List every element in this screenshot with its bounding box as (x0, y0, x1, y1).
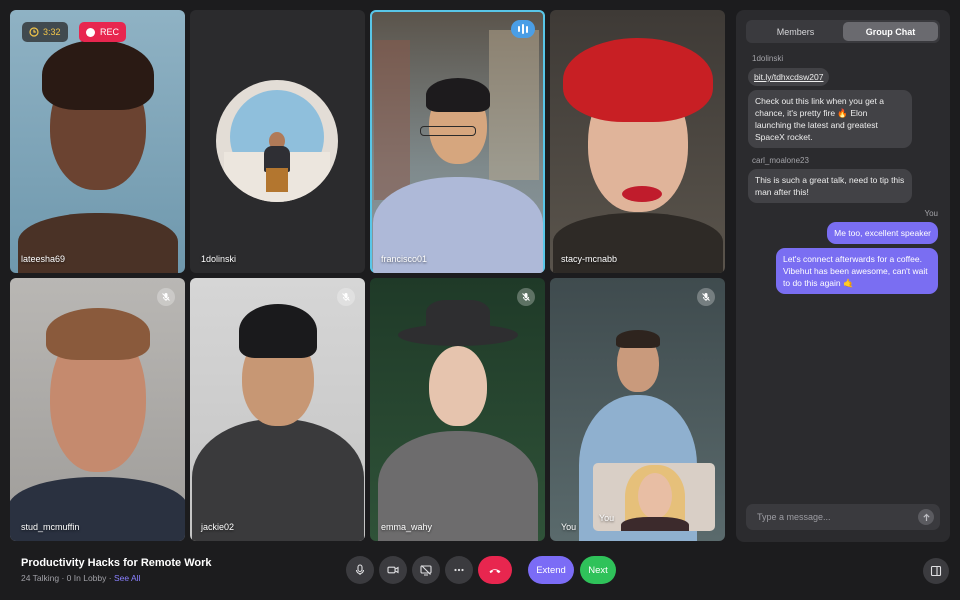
participant-video (550, 10, 725, 273)
chat-panel: Members Group Chat 1dolinski bit.ly/tdhx… (736, 10, 950, 542)
participant-name: 1dolinski (201, 254, 237, 264)
message-author: You (924, 209, 939, 218)
timer-text: 3:32 (43, 27, 61, 37)
participant-tile[interactable]: 1dolinski (190, 10, 365, 273)
more-icon (454, 568, 464, 572)
self-view-pip[interactable]: You (593, 463, 715, 531)
participant-name: jackie02 (201, 522, 235, 532)
meeting-status: 24 Talking · 0 In Lobby · See All (21, 573, 212, 583)
rec-label: REC (100, 27, 120, 37)
meeting-info: Productivity Hacks for Remote Work 24 Ta… (21, 557, 212, 583)
tab-members[interactable]: Members (748, 22, 843, 41)
participant-avatar (190, 10, 365, 273)
participant-video (190, 278, 365, 541)
participant-name: You (561, 522, 577, 532)
message-link[interactable]: bit.ly/tdhxcdsw207 (748, 68, 830, 86)
participant-tile[interactable]: stud_mcmuffin (10, 278, 185, 541)
participant-name: lateesha69 (21, 254, 66, 264)
panel-toggle-button[interactable] (923, 558, 949, 584)
participant-tile[interactable]: emma_wahy (370, 278, 545, 541)
message-bubble: This is such a great talk, need to tip t… (748, 169, 912, 203)
panel-toggle-icon (930, 565, 942, 577)
extend-button[interactable]: Extend (528, 556, 574, 584)
screen-share-off-icon (420, 565, 432, 576)
message-group: carl_moalone23 This is such a great talk… (748, 156, 938, 207)
see-all-link[interactable]: See All (114, 573, 140, 583)
meeting-counts: 24 Talking · 0 In Lobby · (21, 573, 114, 583)
audio-wave-icon (511, 20, 535, 38)
video-grid: 3:32 REC lateesha69 1dolinski francisco0… (10, 10, 726, 542)
screen-share-button[interactable] (412, 556, 440, 584)
message-group: 1dolinski bit.ly/tdhxcdsw207 Check out t… (748, 54, 938, 152)
participant-video (10, 10, 185, 273)
mic-off-icon (337, 288, 355, 306)
send-icon (922, 513, 930, 521)
mic-icon (355, 564, 365, 575)
message-bubble-own: Let's connect afterwards for a coffee. V… (776, 248, 938, 294)
record-dot-icon (86, 27, 95, 37)
message-author: carl_moalone23 (752, 156, 809, 165)
participant-name: stacy-mcnabb (561, 254, 618, 264)
self-pip-name: You (599, 513, 615, 523)
mic-off-icon (697, 288, 715, 306)
call-controls: Extend Next (346, 556, 616, 584)
message-bubble: Check out this link when you get a chanc… (748, 90, 912, 148)
message-list: 1dolinski bit.ly/tdhxcdsw207 Check out t… (748, 54, 938, 298)
clock-icon (29, 27, 39, 37)
participant-name: stud_mcmuffin (21, 522, 80, 532)
send-button[interactable] (918, 509, 934, 525)
tab-group-chat[interactable]: Group Chat (843, 22, 938, 41)
next-button[interactable]: Next (580, 556, 616, 584)
message-input[interactable] (757, 512, 918, 522)
timer-badge: 3:32 (22, 22, 68, 42)
mic-button[interactable] (346, 556, 374, 584)
recording-badge: REC (79, 22, 127, 42)
mic-off-icon (517, 288, 535, 306)
participant-tile[interactable]: 3:32 REC lateesha69 (10, 10, 185, 273)
participant-tile-active[interactable]: francisco01 (370, 10, 545, 273)
message-composer (746, 504, 940, 530)
camera-button[interactable] (379, 556, 407, 584)
panel-tabs: Members Group Chat (746, 20, 940, 43)
hang-up-icon (489, 569, 501, 574)
participant-tile[interactable]: jackie02 (190, 278, 365, 541)
participant-tile-self[interactable]: You You (550, 278, 725, 541)
message-bubble-own: Me too, excellent speaker (827, 222, 938, 244)
camera-icon (387, 566, 399, 574)
participant-name: emma_wahy (381, 522, 433, 532)
participant-video (370, 10, 545, 273)
mic-off-icon (157, 288, 175, 306)
participant-tile[interactable]: stacy-mcnabb (550, 10, 725, 273)
participant-video (10, 278, 185, 541)
message-author: 1dolinski (752, 54, 784, 63)
message-group-own: You Me too, excellent speaker Let's conn… (748, 209, 938, 298)
meeting-title: Productivity Hacks for Remote Work (21, 557, 212, 569)
participant-name: francisco01 (381, 254, 428, 264)
hang-up-button[interactable] (478, 556, 512, 584)
participant-video (370, 278, 545, 541)
more-button[interactable] (445, 556, 473, 584)
